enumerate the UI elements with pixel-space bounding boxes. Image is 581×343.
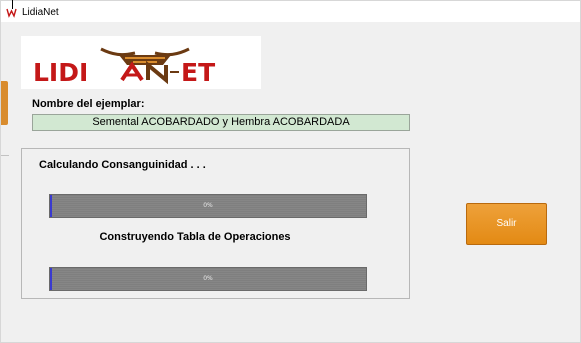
left-edge-line [1, 155, 9, 156]
inbreeding-progress-label: Calculando Consanguinidad . . . [39, 159, 206, 171]
text-cursor-mark [12, 0, 13, 9]
operations-progress-percent: 0% [203, 275, 213, 282]
left-edge-accent [1, 81, 8, 125]
main-window: LidiaNet LIDI ET Nombre del ejemplar: Se… [0, 0, 581, 343]
svg-text:ET: ET [181, 58, 215, 87]
svg-text:LIDI: LIDI [33, 58, 88, 87]
operations-progress-bar: 0% [49, 267, 367, 291]
inbreeding-progress-percent: 0% [203, 202, 213, 209]
inbreeding-progress-bar: 0% [49, 194, 367, 218]
lidianet-logo: LIDI ET [21, 36, 261, 89]
specimen-name-field[interactable]: Semental ACOBARDADO y Hembra ACOBARDADA [32, 114, 410, 131]
title-bar: LidiaNet [1, 1, 580, 22]
specimen-label: Nombre del ejemplar: [32, 98, 145, 110]
exit-button[interactable]: Salir [466, 203, 547, 245]
window-title: LidiaNet [22, 6, 59, 18]
operations-progress-label: Construyendo Tabla de Operaciones [99, 231, 291, 243]
